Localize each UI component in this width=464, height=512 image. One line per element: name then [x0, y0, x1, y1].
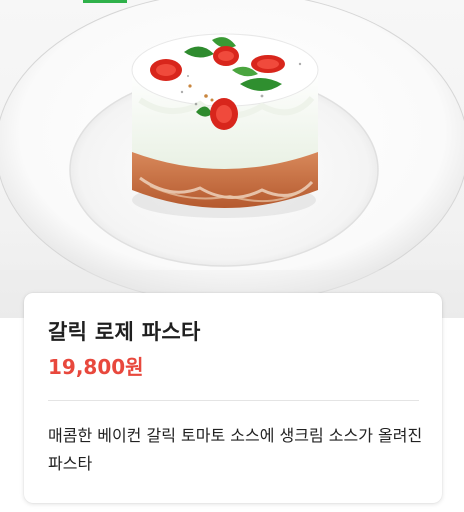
tab-indicator: [83, 0, 127, 3]
menu-info-card: 갈릭 로제 파스타 19,800원 매콤한 베이컨 갈릭 토마토 소스에 생크림…: [24, 293, 442, 503]
menu-detail-screen: 갈릭 로제 파스타 19,800원 매콤한 베이컨 갈릭 토마토 소스에 생크림…: [0, 0, 464, 512]
menu-name: 갈릭 로제 파스타: [48, 320, 201, 344]
menu-photo: [0, 0, 464, 318]
divider: [48, 400, 419, 401]
pasta-photo-icon: [0, 0, 464, 318]
menu-price: 19,800원: [48, 355, 144, 379]
menu-description: 매콤한 베이컨 갈릭 토마토 소스에 생크림 소스가 올려진 파스타: [48, 426, 423, 473]
